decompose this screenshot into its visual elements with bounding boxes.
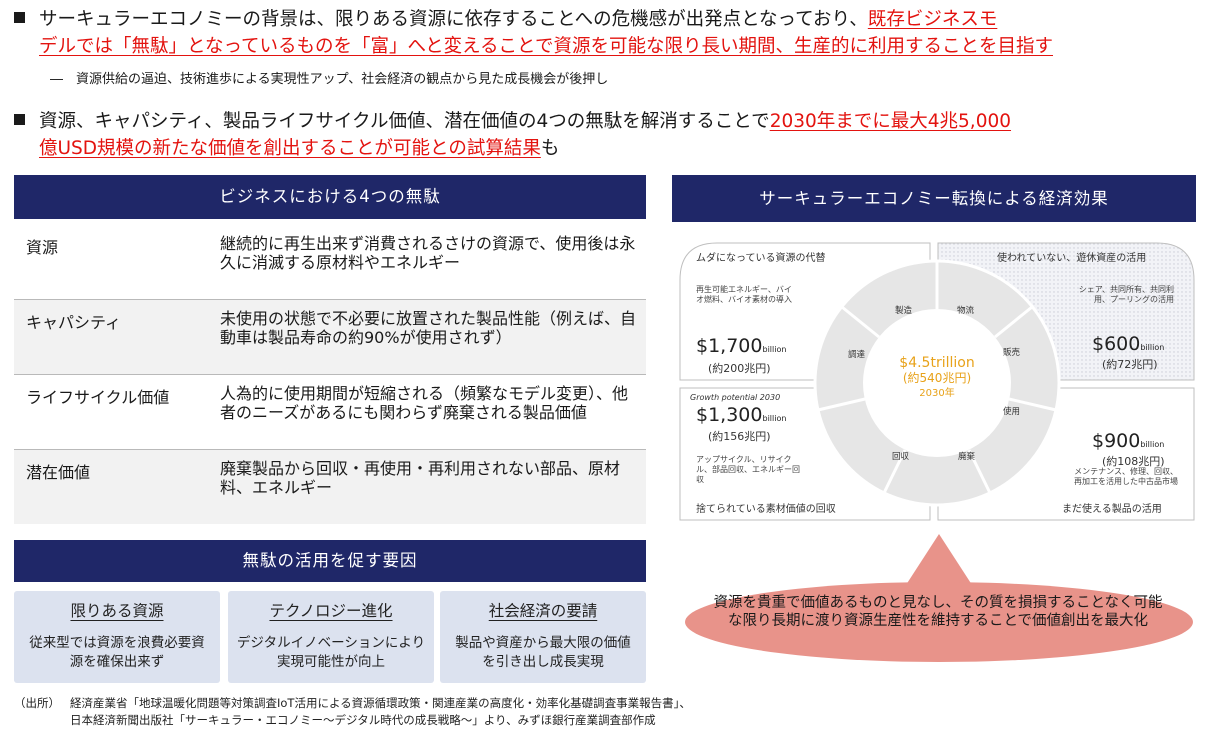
quad-tr-yen: (約72兆円) <box>1102 358 1158 371</box>
factor-title: 社会経済の要請 <box>488 602 598 620</box>
segment-label: 回収 <box>892 452 910 462</box>
quad-br-note: メンテナンス、修理、回収、再加工を活用した中古品市場 <box>1074 467 1178 486</box>
bullet-1: サーキュラーエコノミーの背景は、限りある資源に依存することへの危機感が出発点とな… <box>14 6 997 33</box>
quad-br-amount: $900billion <box>1092 430 1165 452</box>
row-desc: 継続的に再生出来ず消費されるさけの資源で、使用後は永久に消滅する原材料やエネルギ… <box>206 225 646 299</box>
sub-bullet: ― 資源供給の逼迫、技術進歩による実現性アップ、社会経済の観点から見た成長機会が… <box>50 72 609 87</box>
square-bullet-icon <box>14 114 25 125</box>
quad-bl-note: アップサイクル、リサイクル、部品回収、エネルギー回収 <box>696 455 800 484</box>
factor-title: 限りある資源 <box>70 602 164 620</box>
row-desc: 人為的に使用期間が短縮される（頻繁なモデル変更）、他者のニーズがあるにも関わらず… <box>206 375 646 449</box>
factor-card: 社会経済の要請 製品や資産から最大限の価値を引き出し成長実現 <box>440 591 646 683</box>
segment-label: 製造 <box>895 306 913 316</box>
factor-desc: 製品や資産から最大限の価値を引き出し成長実現 <box>455 635 631 670</box>
quad-bl-amount: $1,300billion <box>696 404 787 426</box>
four-waste-header: ビジネスにおける4つの無駄 <box>14 175 646 219</box>
factor-card: 限りある資源 従来型では資源を浪費必要資源を確保出来ず <box>14 591 220 683</box>
square-bullet-icon <box>14 12 25 23</box>
quad-tl-title: ムダになっている資源の代替 <box>696 253 826 264</box>
quad-br-title: まだ使える製品の活用 <box>1062 504 1162 515</box>
table-row: 資源 継続的に再生出来ず消費されるさけの資源で、使用後は永久に消滅する原材料やエ… <box>14 225 646 300</box>
factor-card: テクノロジー進化 デジタルイノベーションにより実現可能性が向上 <box>228 591 434 683</box>
quad-tl-yen: (約200兆円) <box>708 362 771 375</box>
table-row: 潜在価値 廃棄製品から回収・再使用・再利用されない部品、原材料、エネルギー <box>14 450 646 524</box>
bullet-2-cont: 億USD規模の新たな価値を創出することが可能との試算結果も <box>39 138 560 159</box>
row-label: 潜在価値 <box>14 450 206 524</box>
factor-desc: 従来型では資源を浪費必要資源を確保出来ず <box>29 635 205 670</box>
segment-label: 使用 <box>1003 407 1021 417</box>
table-row: ライフサイクル価値 人為的に使用期間が短縮される（頻繁なモデル変更）、他者のニー… <box>14 375 646 450</box>
center-total: $4.5trillion (約540兆円) 2030年 <box>899 355 975 400</box>
growth-label: Growth potential 2030 <box>690 393 781 402</box>
callout-text: 資源を貴重で価値あるものと見なし、その質を損損することなく可能な限り長期に渡り資… <box>713 595 1163 629</box>
quad-tr-amount: $600billion <box>1092 333 1165 355</box>
segment-label: 調達 <box>848 350 866 360</box>
quad-tl-amount: $1,700billion <box>696 335 787 357</box>
quad-tl-note: 再生可能エネルギー、バイオ燃料、バイオ素材の導入 <box>696 285 792 304</box>
factors-header: 無駄の活用を促す要因 <box>14 540 646 582</box>
source-label: （出所） <box>14 696 60 710</box>
bullet-1-cont: デルでは「無駄」となっているものを「富」へと変えることで資源を可能な限り長い期間… <box>39 36 1053 57</box>
segment-label: 物流 <box>957 306 975 316</box>
row-label: ライフサイクル価値 <box>14 375 206 449</box>
quad-tr-title: 使われていない、遊休資産の活用 <box>997 253 1147 264</box>
waste-table: 資源 継続的に再生出来ず消費されるさけの資源で、使用後は永久に消滅する原材料やエ… <box>14 225 646 524</box>
table-row: キャパシティ 未使用の状態で不必要に放置された製品性能（例えば、自動車は製品寿命… <box>14 300 646 375</box>
bullet-2: 資源、キャパシティ、製品ライフサイクル価値、潜在価値の4つの無駄を解消することで… <box>14 108 1011 135</box>
row-desc: 未使用の状態で不必要に放置された製品性能（例えば、自動車は製品寿命の約90%が使… <box>206 300 646 374</box>
source-line-2: 日本経済新聞出版社「サーキュラー・エコノミー～デジタル時代の成長戦略～」より、み… <box>70 713 656 727</box>
row-label: キャパシティ <box>14 300 206 374</box>
segment-label: 廃棄 <box>958 452 976 462</box>
quad-tr-note: シェア、共同所有、共同利用、プーリングの活用 <box>1078 285 1174 304</box>
quad-bl-yen: (約156兆円) <box>708 430 771 443</box>
row-desc: 廃棄製品から回収・再使用・再利用されない部品、原材料、エネルギー <box>206 450 646 524</box>
source-line-1: 経済産業省「地球温暖化問題等対策調査IoT活用による資源循環政策・関連産業の高度… <box>70 696 691 710</box>
economic-effect-header: サーキュラーエコノミー転換による経済効果 <box>672 175 1196 222</box>
factor-desc: デジタルイノベーションにより実現可能性が向上 <box>236 635 426 670</box>
segment-label: 販売 <box>1003 348 1021 358</box>
factor-title: テクノロジー進化 <box>269 602 393 620</box>
quad-bl-title: 捨てられている素材価値の回収 <box>696 504 836 515</box>
row-label: 資源 <box>14 225 206 299</box>
